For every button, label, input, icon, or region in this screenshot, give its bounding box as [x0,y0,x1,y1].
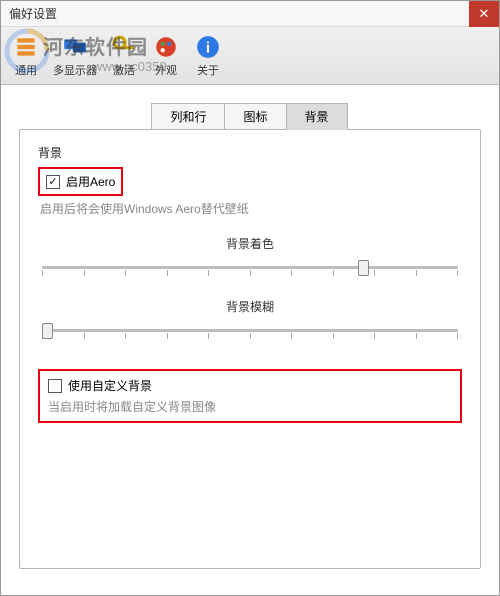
monitors-icon [62,34,88,60]
checkbox-custom-bg[interactable] [48,379,62,393]
highlight-custom-bg: 使用自定义背景 当启用时将加载自定义背景图像 [38,369,462,423]
group-custom-bg: 使用自定义背景 当启用时将加载自定义背景图像 [38,369,462,423]
sliders-icon [13,34,39,60]
checkbox-label: 启用Aero [66,173,115,190]
slider-block-blur: 背景模糊 [38,298,462,343]
checkbox-enable-aero[interactable]: ✓ [46,175,60,189]
toolbar-item-label: 多显示器 [53,62,97,78]
toolbar-monitors[interactable]: 多显示器 [49,32,101,80]
slider-label-blur: 背景模糊 [38,298,462,315]
key-icon [111,34,137,60]
toolbar-general[interactable]: 通用 [7,32,45,80]
toolbar: 河东软件园 www.pc0359. 通用 多显示器 激活 外观 i 关于 [1,27,499,85]
toolbar-item-label: 外观 [155,62,177,78]
toolbar-about[interactable]: i 关于 [189,32,227,80]
toolbar-activate[interactable]: 激活 [105,32,143,80]
slider-ticks [42,333,458,339]
toolbar-appearance[interactable]: 外观 [147,32,185,80]
checkbox-label: 使用自定义背景 [68,377,152,394]
info-icon: i [195,34,221,60]
tab-icons[interactable]: 图标 [224,103,286,130]
slider-track [42,266,458,269]
enable-aero-desc: 启用后将会使用Windows Aero替代壁纸 [40,200,462,217]
group-title-background: 背景 [38,144,462,161]
svg-text:i: i [206,39,210,56]
tab-cols-rows[interactable]: 列和行 [151,103,225,130]
checkbox-row-enable-aero[interactable]: ✓ 启用Aero [46,173,115,190]
close-button[interactable]: ✕ [469,1,499,27]
slider-track [42,329,458,332]
close-icon: ✕ [479,6,490,22]
content: 列和行 图标 背景 背景 ✓ 启用Aero 启用后将会使用Windows Aer… [1,85,499,587]
toolbar-item-label: 通用 [15,62,37,78]
toolbar-item-label: 激活 [113,62,135,78]
tab-background[interactable]: 背景 [286,103,348,130]
slider-block-tint: 背景着色 [38,235,462,280]
panel-background: 背景 ✓ 启用Aero 启用后将会使用Windows Aero替代壁纸 背景着色… [19,129,481,569]
slider-tint[interactable] [42,256,458,280]
tabbar: 列和行 图标 背景 [19,103,481,130]
highlight-enable-aero: ✓ 启用Aero [38,167,123,196]
toolbar-item-label: 关于 [197,62,219,78]
titlebar: 偏好设置 ✕ [1,1,499,27]
checkbox-row-custom-bg[interactable]: 使用自定义背景 [48,377,452,394]
custom-bg-desc: 当启用时将加载自定义背景图像 [48,398,452,415]
slider-thumb[interactable] [42,323,53,339]
slider-blur[interactable] [42,319,458,343]
slider-thumb[interactable] [358,260,369,276]
window-title: 偏好设置 [9,5,57,22]
slider-ticks [42,270,458,276]
slider-label-tint: 背景着色 [38,235,462,252]
palette-icon [153,34,179,60]
